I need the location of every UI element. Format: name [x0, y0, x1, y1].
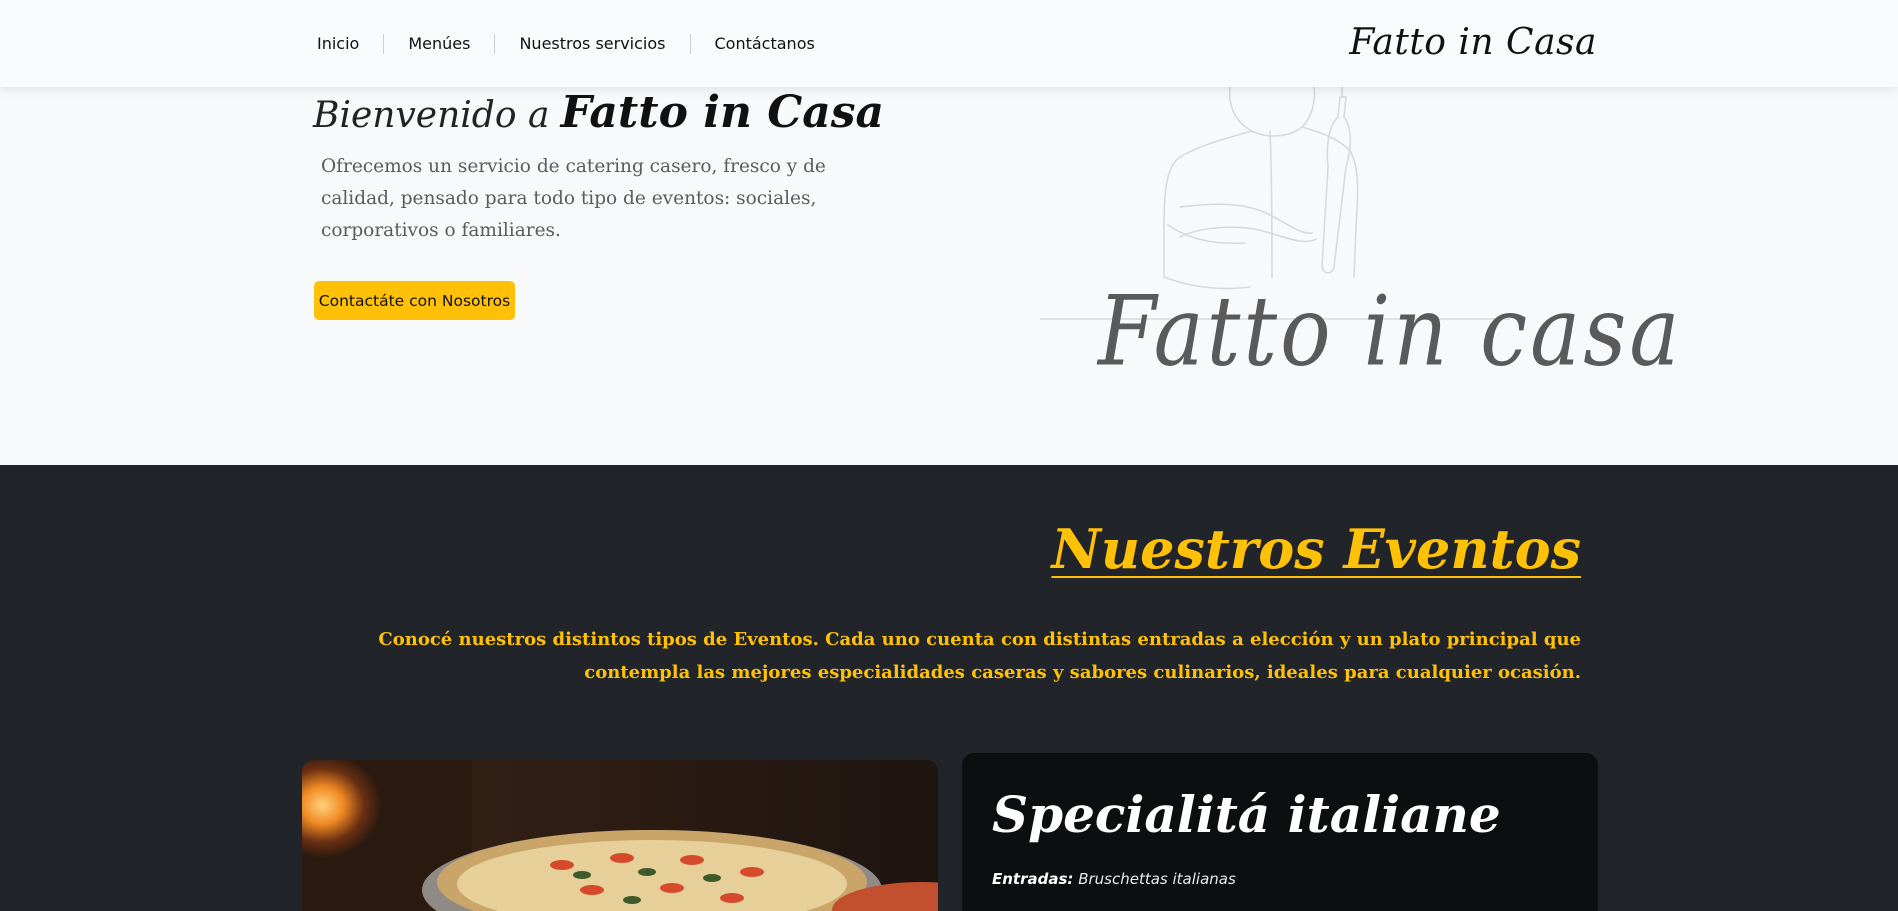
hero-section: Bienvenido a Fatto in Casa Ofrecemos un …: [0, 87, 1898, 465]
hero-description: Ofrecemos un servicio de catering casero…: [321, 156, 826, 241]
events-title: Nuestros Eventos: [1051, 517, 1581, 581]
entry-label: Entradas:: [992, 870, 1074, 888]
entry-value: Bruschettas italianas: [1078, 870, 1236, 888]
pizza-image: [302, 760, 938, 911]
hero-title-brand: Fatto in Casa: [560, 87, 885, 138]
nav-links: Inicio Menúes Nuestros servicios Contáct…: [302, 0, 839, 87]
nav-link-menues[interactable]: Menúes: [383, 33, 494, 54]
navbar: Inicio Menúes Nuestros servicios Contáct…: [0, 0, 1898, 87]
nav-link-contacto[interactable]: Contáctanos: [689, 33, 839, 54]
contact-button[interactable]: Contactáte con Nosotros: [314, 281, 515, 320]
pizza-illustration-icon: [302, 760, 938, 911]
hero-title-prefix: Bienvenido a: [313, 95, 550, 136]
event-card-entry: Entradas: Bruschettas italianas: [992, 870, 1236, 888]
event-card-italiane: Specialitá italiane Entradas: Bruschetta…: [962, 753, 1598, 911]
nav-link-servicios[interactable]: Nuestros servicios: [494, 33, 689, 54]
hero-title: Bienvenido a Fatto in Casa: [313, 87, 884, 138]
brand-logo[interactable]: Fatto in Casa: [1349, 22, 1597, 63]
nav-link-inicio[interactable]: Inicio: [302, 34, 383, 54]
events-section: Nuestros Eventos Conocé nuestros distint…: [0, 465, 1898, 911]
hero-logo-script: Fatto in casa: [1098, 274, 1683, 388]
events-description: Conocé nuestros distintos tipos de Event…: [378, 629, 1581, 683]
event-card-title: Specialitá italiane: [992, 785, 1501, 844]
